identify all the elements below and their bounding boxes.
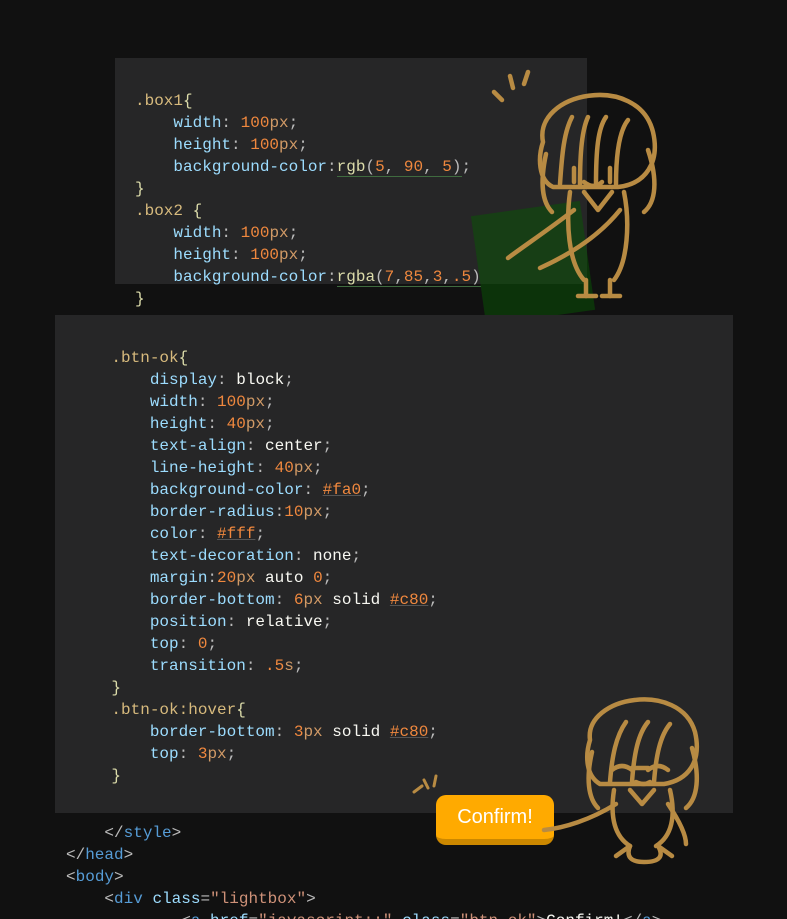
prop: width (173, 224, 221, 242)
prop: height (150, 415, 208, 433)
prop: width (173, 114, 221, 132)
spark-icon (410, 770, 440, 800)
selector: .box2 (135, 202, 183, 220)
prop: transition (150, 657, 246, 675)
prop: color (150, 525, 198, 543)
chibi-character-top (488, 62, 688, 302)
prop: margin (150, 569, 208, 587)
prop: text-align (150, 437, 246, 455)
prop: height (173, 246, 231, 264)
prop: top (150, 745, 179, 763)
selector: .box1 (135, 92, 183, 110)
canvas: .box1{ width: 100px; height: 100px; back… (0, 0, 787, 919)
prop: text-decoration (150, 547, 294, 565)
prop: border-bottom (150, 591, 275, 609)
chibi-character-bottom (540, 670, 730, 870)
prop: top (150, 635, 179, 653)
selector: .btn-ok:hover (111, 701, 236, 719)
confirm-button-label: Confirm! (457, 806, 533, 828)
prop: border-radius (150, 503, 275, 521)
prop: background-color (173, 268, 327, 286)
prop: display (150, 371, 217, 389)
confirm-button[interactable]: Confirm! (436, 795, 554, 845)
prop: position (150, 613, 227, 631)
prop: border-bottom (150, 723, 275, 741)
prop: height (173, 136, 231, 154)
prop: background-color (173, 158, 327, 176)
prop: line-height (150, 459, 256, 477)
prop: width (150, 393, 198, 411)
selector: .btn-ok (111, 349, 178, 367)
prop: background-color (150, 481, 304, 499)
